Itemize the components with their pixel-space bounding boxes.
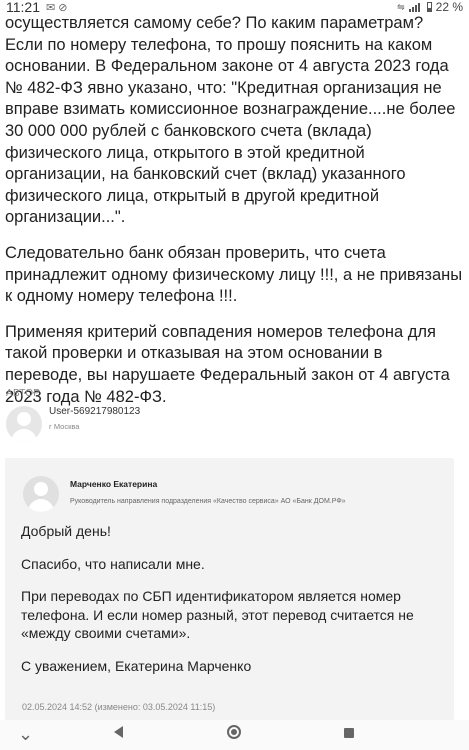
author-avatar[interactable] [6,406,42,442]
answer-paragraph: Спасибо, что написали мне. [21,555,205,572]
answer-paragraph: При переводах по СБП идентификатором явл… [21,588,414,641]
representative-position: Руководитель направления подразделения «… [70,498,346,505]
representative-avatar[interactable] [23,476,59,512]
chevron-down-icon[interactable]: ⌄ [18,724,33,745]
answer-text: Добрый день! Спасибо, что написали мне. … [21,522,446,689]
answer-paragraph: С уважением, Екатерина Марченко [21,657,252,674]
signal-icon [408,2,423,12]
author-city: г Москва [49,422,80,431]
avatar-body-shape [11,429,37,442]
status-right: ⇋ 22 % [397,0,463,14]
battery-percent: 22 % [435,0,463,14]
battery-icon [426,2,432,12]
avatar-body-shape [28,499,54,512]
author-name[interactable]: User-569217980123 [49,406,140,417]
question-text: осуществляется самому себе? По каким пар… [5,13,463,422]
question-paragraph: Применяя критерий совпадения номеров тел… [5,322,450,406]
status-bar: 11:21 ✉ ⊘ ⇋ 22 % [0,0,469,15]
answer-card: Марченко Екатерина Руководитель направле… [5,458,454,720]
question-paragraph: осуществляется самому себе? По каким пар… [5,14,456,227]
author-label: АВТОР [6,388,41,399]
status-time: 11:21 [6,0,40,15]
back-icon[interactable] [114,726,123,738]
navigation-bar: ⌄ [0,720,469,750]
notification-icons: ✉ ⊘ [46,2,68,14]
recent-apps-icon[interactable] [344,728,354,738]
data-sync-icon: ⇋ [397,1,405,12]
representative-name[interactable]: Марченко Екатерина [70,479,157,489]
question-paragraph: Следовательно банк обязан проверить, что… [5,243,463,306]
answer-paragraph: Добрый день! [21,523,111,539]
home-icon[interactable] [227,725,241,739]
avatar-head-shape [34,482,48,496]
avatar-head-shape [17,412,31,426]
answer-date: 02.05.2024 14:52 (изменено: 03.05.2024 1… [22,702,216,712]
